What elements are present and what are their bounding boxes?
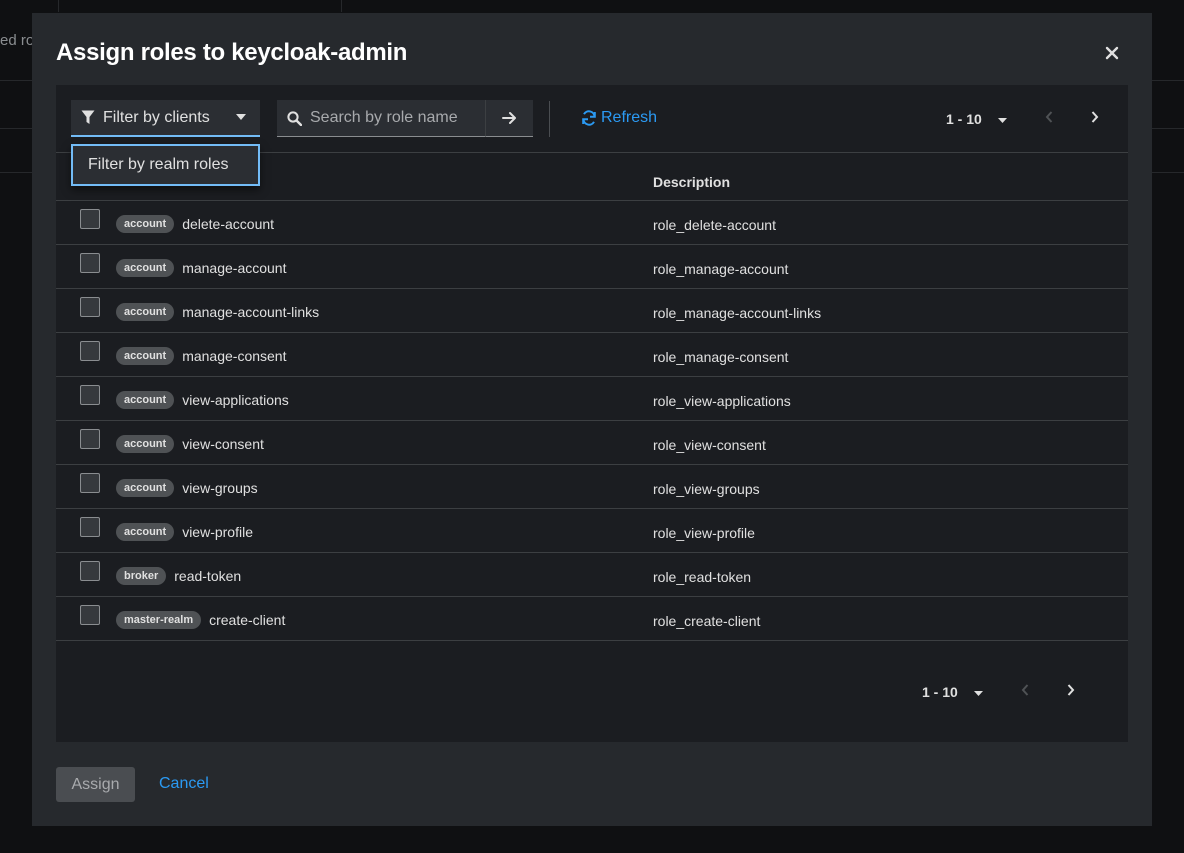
refresh-button[interactable]: Refresh [581, 109, 657, 127]
refresh-icon [582, 110, 596, 126]
arrow-right-icon [502, 112, 516, 124]
caret-down-icon [973, 691, 983, 696]
row-checkbox[interactable] [80, 253, 100, 273]
modal-title: Assign roles to keycloak-admin [56, 39, 408, 66]
table-row: master-realm create-client role_create-cl… [56, 597, 1128, 641]
search-group [277, 100, 533, 137]
pagination-range: 1 - 10 [922, 684, 958, 700]
role-description: role_create-client [653, 613, 761, 629]
table-row: account view-applications role_view-appli… [56, 377, 1128, 421]
close-icon [1105, 46, 1119, 60]
previous-page-button[interactable] [1021, 683, 1029, 701]
table-row: account delete-account role_delete-accoun… [56, 201, 1128, 245]
assign-roles-modal: Assign roles to keycloak-admin Filter by… [32, 13, 1152, 826]
client-badge: account [116, 435, 175, 453]
role-description: role_view-consent [653, 437, 766, 453]
caret-down-icon [236, 114, 246, 120]
dropdown-option-label: Filter by realm roles [88, 156, 229, 173]
pagination-top: 1 - 10 [946, 110, 1099, 128]
client-badge: master-realm [116, 611, 202, 629]
chevron-right-icon [1067, 684, 1075, 696]
per-page-toggle[interactable] [997, 110, 1007, 128]
row-checkbox[interactable] [80, 605, 100, 625]
row-checkbox[interactable] [80, 561, 100, 581]
role-name: view-profile [182, 524, 253, 540]
roles-panel: Filter by clients Search by role name Re… [56, 85, 1128, 742]
pagination-bottom: 1 - 10 [922, 683, 1075, 701]
client-badge: account [116, 391, 175, 409]
role-name: view-applications [182, 392, 289, 408]
next-page-button[interactable] [1067, 683, 1075, 701]
client-badge: account [116, 479, 175, 497]
role-name: view-consent [182, 436, 264, 452]
filter-icon [81, 110, 95, 124]
table-row: account view-groups role_view-groups [56, 465, 1128, 509]
filter-type-select[interactable]: Filter by clients [71, 100, 260, 137]
background-divider [341, 0, 342, 12]
role-name: manage-consent [182, 348, 287, 364]
role-name: manage-account-links [182, 304, 320, 320]
filter-select-label: Filter by clients [103, 108, 210, 126]
table-row: account manage-consent role_manage-consen… [56, 333, 1128, 377]
role-description: role_manage-account-links [653, 305, 822, 321]
client-badge: account [116, 303, 175, 321]
role-name: view-groups [182, 480, 258, 496]
table-row: broker read-token role_read-token [56, 553, 1128, 597]
client-badge: account [116, 215, 175, 233]
filter-option-realm-roles[interactable]: Filter by realm roles [71, 144, 260, 186]
chevron-left-icon [1021, 684, 1029, 696]
table-row: account view-consent role_view-consent [56, 421, 1128, 465]
client-badge: account [116, 347, 175, 365]
table-body: account delete-account role_delete-accoun… [56, 201, 1128, 641]
search-submit-button[interactable] [485, 100, 533, 137]
toolbar-divider [549, 101, 550, 137]
table-row: account manage-account role_manage-accoun… [56, 245, 1128, 289]
chevron-left-icon [1045, 111, 1053, 123]
close-button[interactable] [1102, 43, 1122, 63]
caret-down-icon [997, 118, 1007, 123]
row-checkbox[interactable] [80, 297, 100, 317]
client-badge: account [116, 523, 175, 541]
row-checkbox[interactable] [80, 473, 100, 493]
column-header-description: Description [653, 174, 731, 190]
role-description: role_manage-consent [653, 349, 789, 365]
row-checkbox[interactable] [80, 429, 100, 449]
search-input[interactable] [310, 109, 480, 127]
background-text: ed ro [0, 32, 35, 49]
client-badge: broker [116, 567, 167, 585]
role-name: delete-account [182, 216, 275, 232]
role-description: role_manage-account [653, 261, 789, 277]
role-name: create-client [209, 612, 286, 628]
table-row: account manage-account-links role_manage-… [56, 289, 1128, 333]
row-checkbox[interactable] [80, 209, 100, 229]
search-icon [287, 110, 302, 126]
background-divider [58, 0, 59, 12]
role-description: role_view-profile [653, 525, 755, 541]
toolbar: Filter by clients Search by role name Re… [56, 85, 1128, 153]
row-checkbox[interactable] [80, 385, 100, 405]
client-badge: account [116, 259, 175, 277]
role-description: role_read-token [653, 569, 752, 585]
pagination-range: 1 - 10 [946, 111, 982, 127]
role-description: role_view-applications [653, 393, 791, 409]
previous-page-button[interactable] [1045, 110, 1053, 128]
role-description: role_delete-account [653, 217, 776, 233]
role-name: read-token [174, 568, 242, 584]
role-name: manage-account [182, 260, 287, 276]
table-row: account view-profile role_view-profile [56, 509, 1128, 553]
row-checkbox[interactable] [80, 341, 100, 361]
next-page-button[interactable] [1091, 110, 1099, 128]
refresh-label: Refresh [601, 109, 658, 126]
role-description: role_view-groups [653, 481, 760, 497]
cancel-button[interactable]: Cancel [159, 775, 209, 793]
search-field [277, 100, 485, 137]
assign-button[interactable]: Assign [56, 767, 135, 802]
per-page-toggle[interactable] [973, 683, 983, 701]
chevron-right-icon [1091, 111, 1099, 123]
row-checkbox[interactable] [80, 517, 100, 537]
